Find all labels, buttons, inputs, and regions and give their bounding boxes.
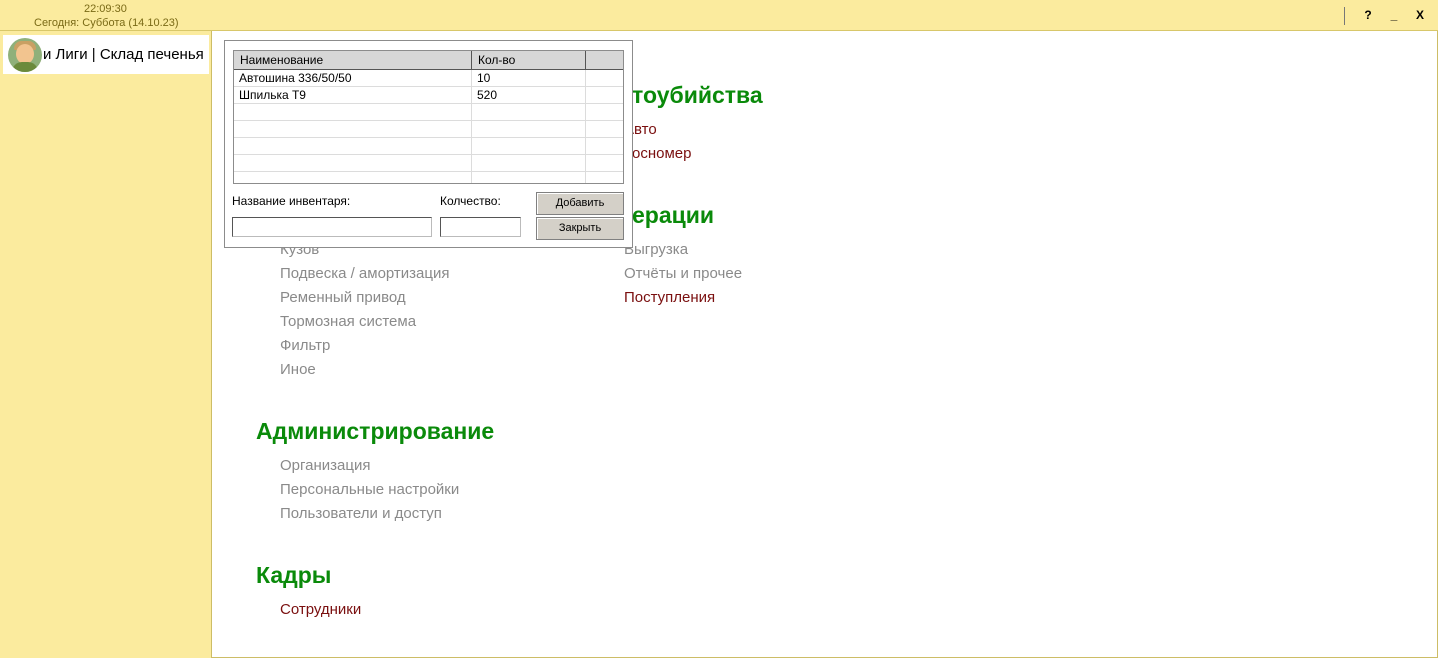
- cell-name: Автошина 336/50/50: [234, 70, 472, 86]
- clock: 22:09:30: [84, 3, 127, 15]
- link-filtr[interactable]: Фильтр: [280, 337, 330, 354]
- table-row-empty: [234, 172, 623, 183]
- inventory-dialog: Наименование Кол-во Автошина 336/50/50 1…: [224, 40, 633, 248]
- cell-extra: [586, 70, 623, 86]
- inventory-name-input[interactable]: [232, 217, 432, 237]
- minimize-button[interactable]: _: [1384, 8, 1404, 22]
- link-sotrudniki[interactable]: Сотрудники: [280, 601, 361, 618]
- table-row[interactable]: Шпилька Т9 520: [234, 87, 623, 104]
- cell-qty: 10: [472, 70, 586, 86]
- title-bar: 22:09:30 Сегодня: Суббота (14.10.23) ? _…: [0, 0, 1438, 31]
- sidebar-tab[interactable]: и Лиги | Склад печенья: [3, 35, 209, 74]
- link-organizaciya[interactable]: Организация: [280, 457, 370, 474]
- link-inoe[interactable]: Иное: [280, 361, 316, 378]
- avatar: [8, 38, 42, 72]
- link-tormoznaya[interactable]: Тормозная система: [280, 313, 416, 330]
- link-podveska[interactable]: Подвеска / амортизация: [280, 265, 450, 282]
- close-dialog-button[interactable]: Закрыть: [536, 217, 624, 240]
- cell-qty: 520: [472, 87, 586, 103]
- section-title-avto: тоубийства: [632, 82, 763, 108]
- quantity-label: Колчество:: [440, 194, 501, 208]
- section-title-kadry: Кадры: [256, 562, 332, 588]
- column-header-qty[interactable]: Кол-во: [472, 51, 586, 69]
- add-button[interactable]: Добавить: [536, 192, 624, 215]
- inventory-name-label: Название инвентаря:: [232, 194, 351, 208]
- table-row-empty: [234, 104, 623, 121]
- cell-name: Шпилька Т9: [234, 87, 472, 103]
- today-date: Сегодня: Суббота (14.10.23): [34, 17, 179, 29]
- link-postupleniya[interactable]: Поступления: [624, 289, 715, 306]
- link-vygruzka[interactable]: Выгрузка: [624, 241, 688, 258]
- link-users-access[interactable]: Пользователи и доступ: [280, 505, 442, 522]
- sidebar-tab-label: и Лиги | Склад печенья: [43, 46, 204, 63]
- section-title-admin: Администрирование: [256, 418, 495, 444]
- inventory-table[interactable]: Наименование Кол-во Автошина 336/50/50 1…: [233, 50, 624, 184]
- column-header-extra[interactable]: [586, 51, 623, 69]
- quantity-input[interactable]: [440, 217, 521, 237]
- help-button[interactable]: ?: [1358, 8, 1378, 22]
- table-header: Наименование Кол-во: [234, 51, 623, 70]
- table-row-empty: [234, 155, 623, 172]
- table-row[interactable]: Автошина 336/50/50 10: [234, 70, 623, 87]
- window-buttons-separator: [1344, 7, 1345, 25]
- sidebar: и Лиги | Склад печенья: [0, 31, 212, 658]
- link-gosnomer[interactable]: осномер: [632, 145, 691, 162]
- table-row-empty: [234, 121, 623, 138]
- section-title-operations: ерации: [632, 202, 715, 228]
- link-remenny-privod[interactable]: Ременный привод: [280, 289, 406, 306]
- close-button[interactable]: X: [1410, 8, 1430, 22]
- link-personal-settings[interactable]: Персональные настройки: [280, 481, 459, 498]
- link-reports[interactable]: Отчёты и прочее: [624, 265, 742, 282]
- column-header-name[interactable]: Наименование: [234, 51, 472, 69]
- table-row-empty: [234, 138, 623, 155]
- cell-extra: [586, 87, 623, 103]
